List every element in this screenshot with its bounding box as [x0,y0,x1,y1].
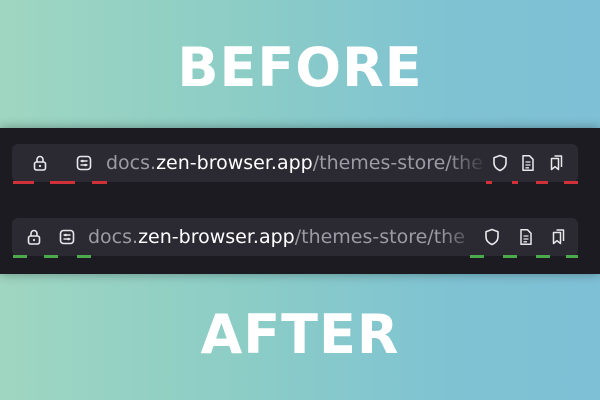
spacing-marker [486,181,492,184]
spacing-marker [470,255,484,258]
spacing-marker [512,181,518,184]
spacing-marker [536,255,550,258]
spacing-marker [44,255,58,258]
spacing-marker [13,255,27,258]
before-heading: BEFORE [177,36,423,99]
spacing-marker [536,181,548,184]
url-fade [440,218,480,256]
bookmark-icon[interactable] [548,227,568,247]
tracking-shield-icon[interactable] [490,153,510,173]
reader-mode-icon[interactable] [516,227,536,247]
url-prefix: docs. [106,152,157,174]
spacing-marker [503,255,517,258]
spacing-marker [13,181,34,184]
spacing-marker [77,255,91,258]
url-host: zen-browser.app [138,226,295,248]
url-host: zen-browser.app [156,152,313,174]
spacing-marker [92,181,107,184]
screenshot-panel: docs.zen-browser.app/themes-store/the do… [0,128,600,274]
site-controls-icon[interactable] [74,153,94,173]
before-url-text[interactable]: docs.zen-browser.app/themes-store/the [106,150,486,176]
bookmark-icon[interactable] [546,153,566,173]
lock-icon[interactable] [24,227,44,247]
lock-icon[interactable] [30,153,50,173]
after-url-bar[interactable]: docs.zen-browser.app/themes-store/the [12,218,578,256]
spacing-marker [50,181,75,184]
url-prefix: docs. [88,226,139,248]
after-heading: AFTER [200,303,400,366]
before-url-bar[interactable]: docs.zen-browser.app/themes-store/the [12,144,578,182]
after-url-text[interactable]: docs.zen-browser.app/themes-store/the [88,224,478,250]
spacing-marker [564,181,578,184]
spacing-marker [566,255,578,258]
site-controls-icon[interactable] [57,227,77,247]
reader-mode-icon[interactable] [518,153,538,173]
url-fade [448,144,488,182]
tracking-shield-icon[interactable] [482,227,502,247]
